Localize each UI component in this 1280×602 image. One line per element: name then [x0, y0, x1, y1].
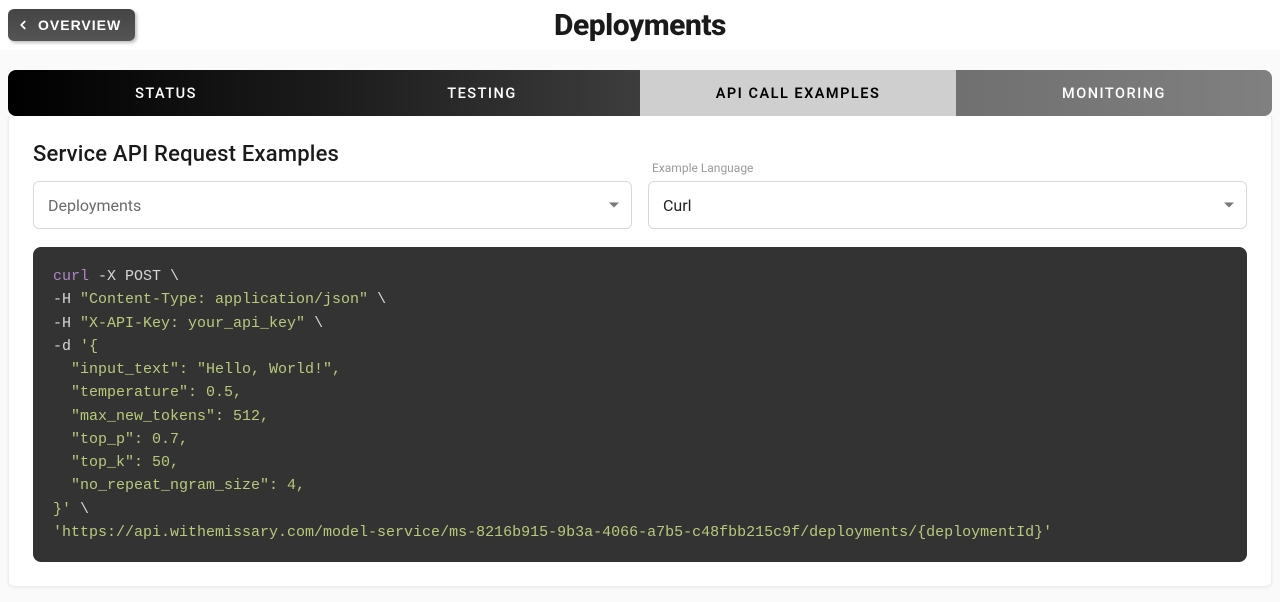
back-button-label: OVERVIEW	[38, 17, 121, 33]
code-token: "top_p": 0.7,	[53, 431, 188, 448]
code-token: "X-API-Key: your_api_key"	[80, 315, 305, 332]
code-token: -X POST	[89, 268, 170, 285]
caret-down-icon	[609, 203, 619, 208]
code-token	[305, 315, 314, 332]
code-token: 'https://api.withemissary.com/model-serv…	[53, 524, 1052, 541]
chevron-left-icon	[16, 18, 30, 32]
code-token: -d	[53, 338, 80, 355]
api-examples-card: Service API Request Examples Deployments…	[8, 116, 1272, 587]
select-example-language[interactable]: Curl	[648, 181, 1247, 229]
code-token: \	[377, 291, 386, 308]
code-token	[368, 291, 377, 308]
code-token: -H	[53, 291, 80, 308]
code-token: curl	[53, 268, 89, 285]
page-header: OVERVIEW Deployments	[0, 0, 1280, 50]
select-service[interactable]: Deployments	[33, 181, 632, 229]
code-token: "max_new_tokens": 512,	[53, 408, 269, 425]
section-title: Service API Request Examples	[33, 142, 632, 167]
code-token	[71, 501, 80, 518]
tab-label: STATUS	[135, 85, 197, 102]
tab-label: TESTING	[447, 85, 516, 102]
tab-label: API CALL EXAMPLES	[716, 85, 881, 102]
code-token: -H	[53, 315, 80, 332]
tab-testing[interactable]: TESTING	[324, 70, 640, 116]
select-language-value: Curl	[663, 196, 692, 215]
tab-label: MONITORING	[1062, 85, 1166, 102]
code-token: "top_k": 50,	[53, 454, 179, 471]
select-service-value: Deployments	[48, 196, 141, 215]
tab-api-call-examples[interactable]: API CALL EXAMPLES	[640, 70, 956, 116]
tabs-container: STATUS TESTING API CALL EXAMPLES MONITOR…	[0, 70, 1280, 116]
code-example-block[interactable]: curl -X POST \ -H "Content-Type: applica…	[33, 247, 1247, 562]
caret-down-icon	[1224, 203, 1234, 208]
code-token: \	[170, 268, 179, 285]
code-token: "Content-Type: application/json"	[80, 291, 368, 308]
code-token: \	[80, 501, 89, 518]
page-title: Deployments	[554, 8, 726, 43]
code-token: "no_repeat_ngram_size": 4,	[53, 477, 305, 494]
example-language-label: Example Language	[648, 161, 1247, 175]
code-token: '{	[80, 338, 98, 355]
code-token: \	[314, 315, 323, 332]
tab-monitoring[interactable]: MONITORING	[956, 70, 1272, 116]
back-overview-button[interactable]: OVERVIEW	[8, 9, 135, 41]
code-token: }'	[53, 501, 71, 518]
code-token: "input_text": "Hello, World!",	[53, 361, 341, 378]
tabs: STATUS TESTING API CALL EXAMPLES MONITOR…	[8, 70, 1272, 116]
code-token: "temperature": 0.5,	[53, 384, 242, 401]
tab-status[interactable]: STATUS	[8, 70, 324, 116]
